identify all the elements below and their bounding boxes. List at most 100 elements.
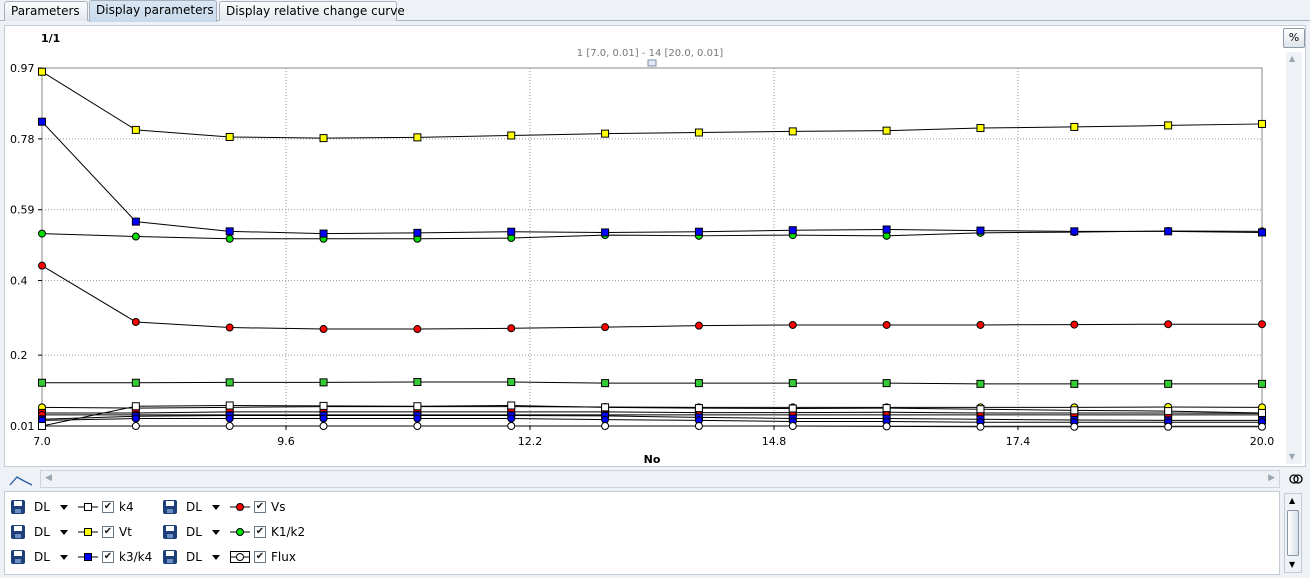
series-k3-k4-point[interactable]: [1070, 227, 1079, 236]
series-flux-point[interactable]: [319, 422, 328, 430]
series-vs-point[interactable]: [1164, 320, 1173, 329]
save-icon[interactable]: [11, 500, 25, 514]
line-chart[interactable]: 7.0 9.6 12.2 14.8 17.4 20.0 0.01 0.2 0.4 0.59 0.78…: [5, 26, 1285, 466]
range-handle[interactable]: [647, 59, 657, 67]
series-k3-k4-point[interactable]: [1164, 227, 1173, 236]
percent-button[interactable]: %: [1283, 28, 1305, 48]
series-k1-k2-point[interactable]: [131, 232, 140, 241]
series-flux-point[interactable]: [131, 422, 140, 430]
series-extra-0-point[interactable]: [788, 379, 797, 388]
scroll-up-icon[interactable]: ▲: [1289, 496, 1295, 505]
series-k3-k4-point[interactable]: [38, 117, 46, 126]
series-flux-point[interactable]: [882, 422, 891, 431]
series-extra-0-point[interactable]: [131, 378, 140, 387]
dropdown-arrow-icon[interactable]: [60, 529, 68, 535]
series-flux-point[interactable]: [788, 422, 797, 430]
dropdown-arrow-icon[interactable]: [212, 554, 220, 560]
series-extra-0-point[interactable]: [413, 377, 422, 386]
series-k4-point[interactable]: [225, 401, 234, 410]
series-k4-point[interactable]: [413, 402, 422, 411]
series-vs-point[interactable]: [507, 324, 516, 333]
series-k4-point[interactable]: [131, 402, 140, 411]
series-k4-point[interactable]: [882, 404, 891, 413]
series-vt-point[interactable]: [1070, 122, 1079, 131]
series-extra-0-point[interactable]: [319, 378, 328, 387]
series-k3-k4-point[interactable]: [882, 225, 891, 234]
series-flux-point[interactable]: [1258, 422, 1266, 431]
series-vs-point[interactable]: [788, 320, 797, 329]
series-extra-5-point[interactable]: [225, 414, 234, 423]
dropdown-arrow-icon[interactable]: [212, 529, 220, 535]
series-vs-point[interactable]: [38, 261, 46, 270]
series-vs-point[interactable]: [1070, 320, 1079, 329]
series-k1-k2-point[interactable]: [225, 234, 234, 243]
series-extra-5-point[interactable]: [131, 414, 140, 423]
series-k1-k2-point[interactable]: [38, 229, 46, 238]
series-extra-0-point[interactable]: [1258, 379, 1266, 388]
save-icon[interactable]: [163, 525, 177, 539]
vertical-scrollbar[interactable]: ▲ ▼: [1286, 52, 1302, 464]
save-icon[interactable]: [163, 550, 177, 564]
series-vs-point[interactable]: [413, 325, 422, 334]
series-visible-checkbox[interactable]: ✔: [102, 501, 114, 513]
series-k4-point[interactable]: [694, 404, 703, 413]
series-flux-point[interactable]: [976, 422, 985, 431]
series-k3-k4-point[interactable]: [319, 229, 328, 238]
series-vt-point[interactable]: [882, 126, 891, 135]
tab-display-relative-change-curve[interactable]: Display relative change curve: [219, 1, 405, 21]
scroll-down-icon[interactable]: ▼: [1289, 560, 1295, 569]
series-k4-point[interactable]: [507, 401, 516, 410]
scroll-right-icon[interactable]: ▶: [1268, 473, 1275, 483]
series-vt-point[interactable]: [694, 128, 703, 137]
series-k4-point[interactable]: [601, 403, 610, 412]
series-k3-k4-point[interactable]: [225, 227, 234, 236]
scroll-down-icon[interactable]: ▼: [1289, 452, 1295, 461]
series-k4-point[interactable]: [1070, 406, 1079, 415]
series-visible-checkbox[interactable]: ✔: [254, 526, 266, 538]
series-flux-point[interactable]: [1070, 422, 1079, 431]
series-k4-point[interactable]: [319, 401, 328, 410]
save-icon[interactable]: [11, 525, 25, 539]
series-vs-point[interactable]: [1258, 320, 1266, 329]
series-k3-k4-point[interactable]: [976, 226, 985, 235]
series-vs-point[interactable]: [694, 321, 703, 330]
series-visible-checkbox[interactable]: ✔: [102, 526, 114, 538]
scroll-left-icon[interactable]: ◀: [45, 473, 52, 483]
series-vt-point[interactable]: [131, 125, 140, 134]
series-extra-0-point[interactable]: [38, 378, 46, 387]
curve-icon[interactable]: [8, 472, 36, 488]
series-extra-0-point[interactable]: [507, 377, 516, 386]
series-vt-point[interactable]: [601, 129, 610, 138]
series-k4-point[interactable]: [38, 422, 46, 430]
series-vt-point[interactable]: [319, 134, 328, 143]
series-k4-point[interactable]: [976, 405, 985, 414]
series-vs-point[interactable]: [976, 320, 985, 329]
series-flux-point[interactable]: [507, 422, 516, 430]
series-flux-point[interactable]: [225, 422, 234, 430]
series-visible-checkbox[interactable]: ✔: [102, 551, 114, 563]
series-k3-k4-point[interactable]: [601, 228, 610, 237]
series-vs-point[interactable]: [131, 317, 140, 326]
scroll-up-icon[interactable]: ▲: [1289, 54, 1295, 63]
series-vt-point[interactable]: [413, 133, 422, 142]
series-k4-point[interactable]: [1258, 408, 1266, 417]
series-flux-point[interactable]: [694, 422, 703, 430]
horizontal-scrollbar[interactable]: ◀ ▶: [40, 470, 1280, 488]
series-vt-point[interactable]: [38, 67, 46, 76]
series-extra-5-point[interactable]: [507, 414, 516, 423]
series-k3-k4-point[interactable]: [1258, 228, 1266, 237]
series-vt-point[interactable]: [1258, 119, 1266, 128]
series-vt-point[interactable]: [225, 132, 234, 141]
series-extra-0-point[interactable]: [882, 379, 891, 388]
series-k3-k4-point[interactable]: [131, 217, 140, 226]
series-extra-5-point[interactable]: [413, 414, 422, 423]
series-vt-point[interactable]: [788, 127, 797, 136]
series-extra-0-point[interactable]: [976, 379, 985, 388]
series-vt-point[interactable]: [507, 131, 516, 140]
series-k4-point[interactable]: [1164, 407, 1173, 416]
series-visible-checkbox[interactable]: ✔: [254, 551, 266, 563]
series-vs-point[interactable]: [601, 323, 610, 332]
dropdown-arrow-icon[interactable]: [212, 504, 220, 510]
series-flux-point[interactable]: [413, 422, 422, 430]
series-visible-checkbox[interactable]: ✔: [254, 501, 266, 513]
